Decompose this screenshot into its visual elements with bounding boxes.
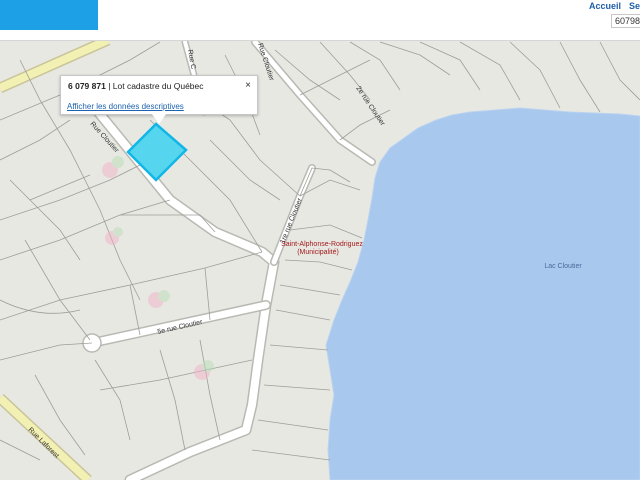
- municipality-type: (Municipalité): [297, 249, 339, 256]
- municipality-name: Saint-Alphonse-Rodriguez: [281, 241, 363, 248]
- cadastre-map[interactable]: Rue Cloutier Rue Cloutier Rue C 2e rue C…: [0, 0, 640, 480]
- close-icon[interactable]: ×: [245, 80, 251, 91]
- nav-accueil[interactable]: Accueil: [589, 1, 621, 11]
- popup-pointer: [152, 114, 166, 124]
- brand-logo[interactable]: [0, 0, 98, 30]
- search-input[interactable]: 607987: [611, 14, 640, 28]
- lot-number: 6 079 871: [68, 81, 106, 91]
- top-navigation: Accueil Se: [581, 1, 640, 11]
- top-bar: Accueil Se 607987: [0, 0, 640, 41]
- nav-se[interactable]: Se: [629, 1, 640, 11]
- lot-info-popup: 6 079 871 | Lot cadastre du Québec Affic…: [60, 75, 258, 115]
- lake-label: Lac Cloutier: [544, 263, 582, 270]
- popup-title: 6 079 871 | Lot cadastre du Québec: [68, 81, 204, 91]
- show-descriptive-data-link[interactable]: Afficher les données descriptives: [67, 102, 184, 111]
- lot-type: | Lot cadastre du Québec: [108, 81, 204, 91]
